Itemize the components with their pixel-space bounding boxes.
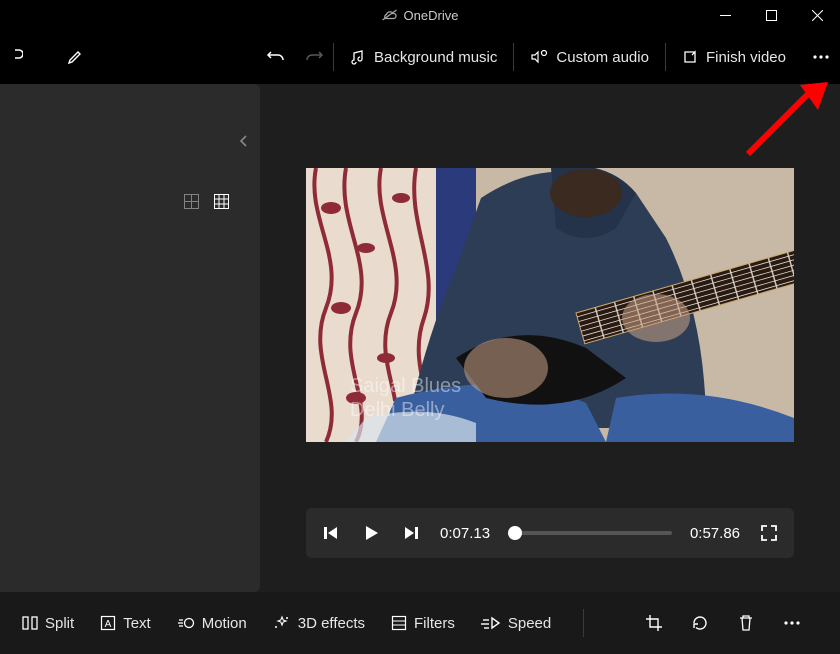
split-label: Split — [45, 615, 74, 632]
filters-label: Filters — [414, 615, 455, 632]
3d-effects-button[interactable]: 3D effects — [263, 605, 375, 641]
crop-icon — [645, 614, 663, 632]
window-controls — [702, 0, 840, 30]
split-icon — [22, 615, 38, 631]
onedrive-indicator: OneDrive — [382, 8, 459, 23]
minimize-button[interactable] — [702, 0, 748, 30]
3d-effects-label: 3D effects — [298, 615, 365, 632]
main-area: Saigal Blues Delhi Belly 0:07.13 0:57.86 — [0, 84, 840, 592]
bottom-toolbar: Split A Text Motion 3D effects Filters S… — [0, 592, 840, 654]
more-icon — [783, 614, 801, 632]
text-label: Text — [123, 615, 151, 632]
titlebar: OneDrive — [0, 0, 840, 30]
edit-button[interactable] — [56, 30, 94, 84]
fullscreen-icon — [760, 524, 778, 542]
step-back-icon — [322, 524, 340, 542]
time-current: 0:07.13 — [440, 525, 490, 542]
preview-area: Saigal Blues Delhi Belly 0:07.13 0:57.86 — [260, 84, 840, 592]
onedrive-label: OneDrive — [404, 8, 459, 23]
redo-button[interactable] — [295, 30, 333, 84]
pencil-icon — [66, 48, 84, 66]
text-button[interactable]: A Text — [90, 605, 161, 641]
rotate-icon — [691, 614, 709, 632]
collapse-panel-button[interactable] — [238, 134, 250, 148]
seek-knob[interactable] — [508, 526, 522, 540]
grid-small-button[interactable] — [212, 192, 230, 210]
chevron-left-icon — [238, 134, 250, 148]
seek-slider[interactable] — [508, 531, 672, 535]
watermark-line1: Saigal Blues — [350, 374, 461, 398]
speed-label: Speed — [508, 615, 551, 632]
undo-icon — [266, 48, 286, 66]
finish-video-label: Finish video — [706, 49, 786, 66]
bottom-more-button[interactable] — [782, 613, 802, 633]
filters-icon — [391, 615, 407, 631]
text-icon: A — [100, 615, 116, 631]
speed-icon — [481, 616, 501, 630]
crop-button[interactable] — [644, 613, 664, 633]
close-button[interactable] — [794, 0, 840, 30]
delete-button[interactable] — [736, 613, 756, 633]
motion-label: Motion — [202, 615, 247, 632]
playback-bar: 0:07.13 0:57.86 — [306, 508, 794, 558]
grid-large-button[interactable] — [182, 192, 200, 210]
watermark: Saigal Blues Delhi Belly — [350, 374, 461, 422]
redo-icon — [304, 48, 324, 66]
sparkle-icon — [273, 615, 291, 631]
top-toolbar: Background music Custom audio Finish vid… — [0, 30, 840, 84]
rotate-button[interactable] — [690, 613, 710, 633]
next-frame-button[interactable] — [400, 522, 422, 544]
export-icon — [682, 49, 698, 65]
grid-2x2-icon — [184, 194, 199, 209]
play-button[interactable] — [360, 522, 382, 544]
cloud-off-icon — [382, 9, 398, 21]
audio-settings-icon — [530, 49, 548, 65]
maximize-button[interactable] — [748, 0, 794, 30]
trash-icon — [738, 614, 754, 632]
speed-button[interactable]: Speed — [471, 605, 561, 641]
unknown-left-button[interactable] — [8, 30, 26, 84]
background-music-button[interactable]: Background music — [334, 30, 513, 84]
more-icon — [812, 48, 830, 66]
fullscreen-button[interactable] — [758, 522, 780, 544]
play-icon — [362, 524, 380, 542]
grid-3x3-icon — [214, 194, 229, 209]
time-total: 0:57.86 — [690, 525, 740, 542]
motion-button[interactable]: Motion — [167, 605, 257, 641]
watermark-line2: Delhi Belly — [350, 398, 461, 422]
side-panel — [0, 84, 260, 592]
custom-audio-label: Custom audio — [556, 49, 649, 66]
step-forward-icon — [402, 524, 420, 542]
motion-icon — [177, 615, 195, 631]
finish-video-button[interactable]: Finish video — [666, 30, 802, 84]
undo-button[interactable] — [257, 30, 295, 84]
custom-audio-button[interactable]: Custom audio — [514, 30, 665, 84]
video-preview[interactable]: Saigal Blues Delhi Belly — [306, 168, 794, 442]
filters-button[interactable]: Filters — [381, 605, 465, 641]
prev-frame-button[interactable] — [320, 522, 342, 544]
split-button[interactable]: Split — [12, 605, 84, 641]
background-music-label: Background music — [374, 49, 497, 66]
music-icon — [350, 49, 366, 65]
separator — [583, 609, 584, 637]
svg-text:A: A — [105, 619, 112, 630]
more-options-button[interactable] — [802, 30, 840, 84]
